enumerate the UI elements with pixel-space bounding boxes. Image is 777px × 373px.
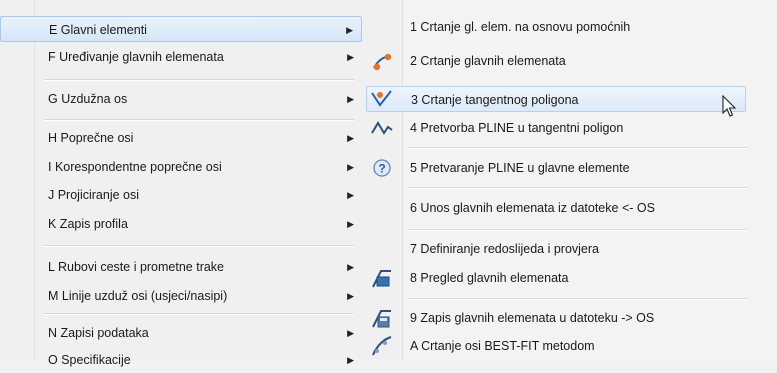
submenu-item-3[interactable]: 3 Crtanje tangentnog poligona <box>366 86 746 112</box>
submenu-arrow-icon: ▶ <box>347 162 354 172</box>
submenu-item-label: 2 Crtanje glavnih elemenata <box>410 54 566 68</box>
submenu-item-8[interactable]: 8 Pregled glavnih elemenata <box>402 265 777 291</box>
menu-item-label: J Projiciranje osi <box>48 188 140 202</box>
menu-item-label: M Linije uzduž osi (usjeci/nasipi) <box>48 289 228 303</box>
menu-item-projiciranje[interactable]: J Projiciranje osi ▶ <box>34 182 362 208</box>
submenu-item-label: 7 Definiranje redoslijeda i provjera <box>410 242 599 256</box>
mouse-pointer-icon <box>722 95 737 117</box>
submenu-item-5[interactable]: 5 Pretvaranje PLINE u glavne elemente <box>402 155 777 181</box>
submenu-arrow-icon: ▶ <box>347 133 354 143</box>
write-file-icon <box>372 310 391 328</box>
submenu-arrow-icon: ▶ <box>347 94 354 104</box>
menu-item-zapisi-podataka[interactable]: N Zapisi podataka ▶ <box>34 320 362 346</box>
submenu-item-1[interactable]: 1 Crtanje gl. elem. na osnovu pomoćnih <box>402 14 777 40</box>
draw-elements-icon <box>373 53 392 71</box>
submenu-arrow-icon: ▶ <box>347 328 354 338</box>
submenu-item-label: 4 Pretvorba PLINE u tangentni poligon <box>410 121 624 135</box>
submenu-arrow-icon: ▶ <box>347 219 354 229</box>
menu-separator <box>44 245 354 247</box>
svg-text:?: ? <box>378 162 385 176</box>
menu-item-label: E Glavni elementi <box>49 23 147 37</box>
context-menu: E Glavni elementi ▶ F Uređivanje glavnih… <box>0 0 363 367</box>
submenu-item-label: 6 Unos glavnih elemenata iz datoteke <- … <box>410 201 655 215</box>
menu-item-glavni-elementi[interactable]: E Glavni elementi ▶ <box>0 16 362 42</box>
menu-item-uredivanje[interactable]: F Uređivanje glavnih elemenata ▶ <box>34 44 362 70</box>
menu-item-uzduzna-os[interactable]: G Uzdužna os ▶ <box>34 86 362 112</box>
pline-wave-icon <box>371 121 393 135</box>
menu-separator <box>44 119 354 121</box>
submenu-item-label: A Crtanje osi BEST-FIT metodom <box>410 339 595 353</box>
submenu-item-label: 5 Pretvaranje PLINE u glavne elemente <box>410 161 630 175</box>
question-icon: ? <box>373 159 391 177</box>
menu-separator <box>44 79 354 81</box>
menu-icon-gutter <box>0 0 35 360</box>
submenu-panel: 1 Crtanje gl. elem. na osnovu pomoćnih 2… <box>362 0 777 360</box>
submenu-separator <box>408 147 748 149</box>
submenu-item-4[interactable]: 4 Pretvorba PLINE u tangentni poligon <box>402 115 777 141</box>
menu-item-specifikacije[interactable]: O Specifikacije ▶ <box>34 347 362 373</box>
best-fit-icon <box>372 336 392 356</box>
menu-item-label: G Uzdužna os <box>48 92 128 106</box>
submenu-separator <box>408 187 748 189</box>
submenu-separator <box>408 229 748 231</box>
submenu-arrow-icon: ▶ <box>347 190 354 200</box>
menu-item-label: F Uređivanje glavnih elemenata <box>48 50 224 64</box>
submenu-item-label: 1 Crtanje gl. elem. na osnovu pomoćnih <box>410 20 631 34</box>
submenu-arrow-icon: ▶ <box>347 291 354 301</box>
tangent-polygon-icon <box>371 90 392 107</box>
menu-item-rubovi-ceste[interactable]: L Rubovi ceste i prometne trake ▶ <box>34 254 362 280</box>
menu-item-label: K Zapis profila <box>48 217 128 231</box>
submenu-arrow-icon: ▶ <box>347 262 354 272</box>
menu-item-label: N Zapisi podataka <box>48 326 149 340</box>
menu-item-zapis-profila[interactable]: K Zapis profila ▶ <box>34 211 362 237</box>
submenu-arrow-icon: ▶ <box>346 25 353 35</box>
menu-item-korespondentne[interactable]: I Korespondentne poprečne osi ▶ <box>34 154 362 180</box>
submenu-arrow-icon: ▶ <box>347 52 354 62</box>
submenu-separator <box>408 298 748 300</box>
menu-item-label: I Korespondentne poprečne osi <box>48 160 222 174</box>
menu-item-linije-uzduz[interactable]: M Linije uzduž osi (usjeci/nasipi) ▶ <box>34 283 362 309</box>
menu-separator <box>44 313 354 315</box>
menu-item-label: H Poprečne osi <box>48 131 134 145</box>
submenu-item-label: 3 Crtanje tangentnog poligona <box>411 93 579 107</box>
submenu-item-9[interactable]: 9 Zapis glavnih elemenata u datoteku -> … <box>402 305 777 331</box>
submenu-arrow-icon: ▶ <box>347 355 354 365</box>
submenu-item-label: 9 Zapis glavnih elemenata u datoteku -> … <box>410 311 655 325</box>
submenu-item-label: 8 Pregled glavnih elemenata <box>410 271 569 285</box>
submenu-item-6[interactable]: 6 Unos glavnih elemenata iz datoteke <- … <box>402 195 777 221</box>
submenu-item-2[interactable]: 2 Crtanje glavnih elemenata <box>402 48 777 74</box>
menu-item-label: O Specifikacije <box>48 353 131 367</box>
submenu-item-7[interactable]: 7 Definiranje redoslijeda i provjera <box>402 236 777 262</box>
menu-item-poprecne-osi[interactable]: H Poprečne osi ▶ <box>34 125 362 151</box>
menu-item-label: L Rubovi ceste i prometne trake <box>48 260 225 274</box>
preview-elements-icon <box>372 270 391 288</box>
submenu-item-a[interactable]: A Crtanje osi BEST-FIT metodom <box>402 333 777 359</box>
